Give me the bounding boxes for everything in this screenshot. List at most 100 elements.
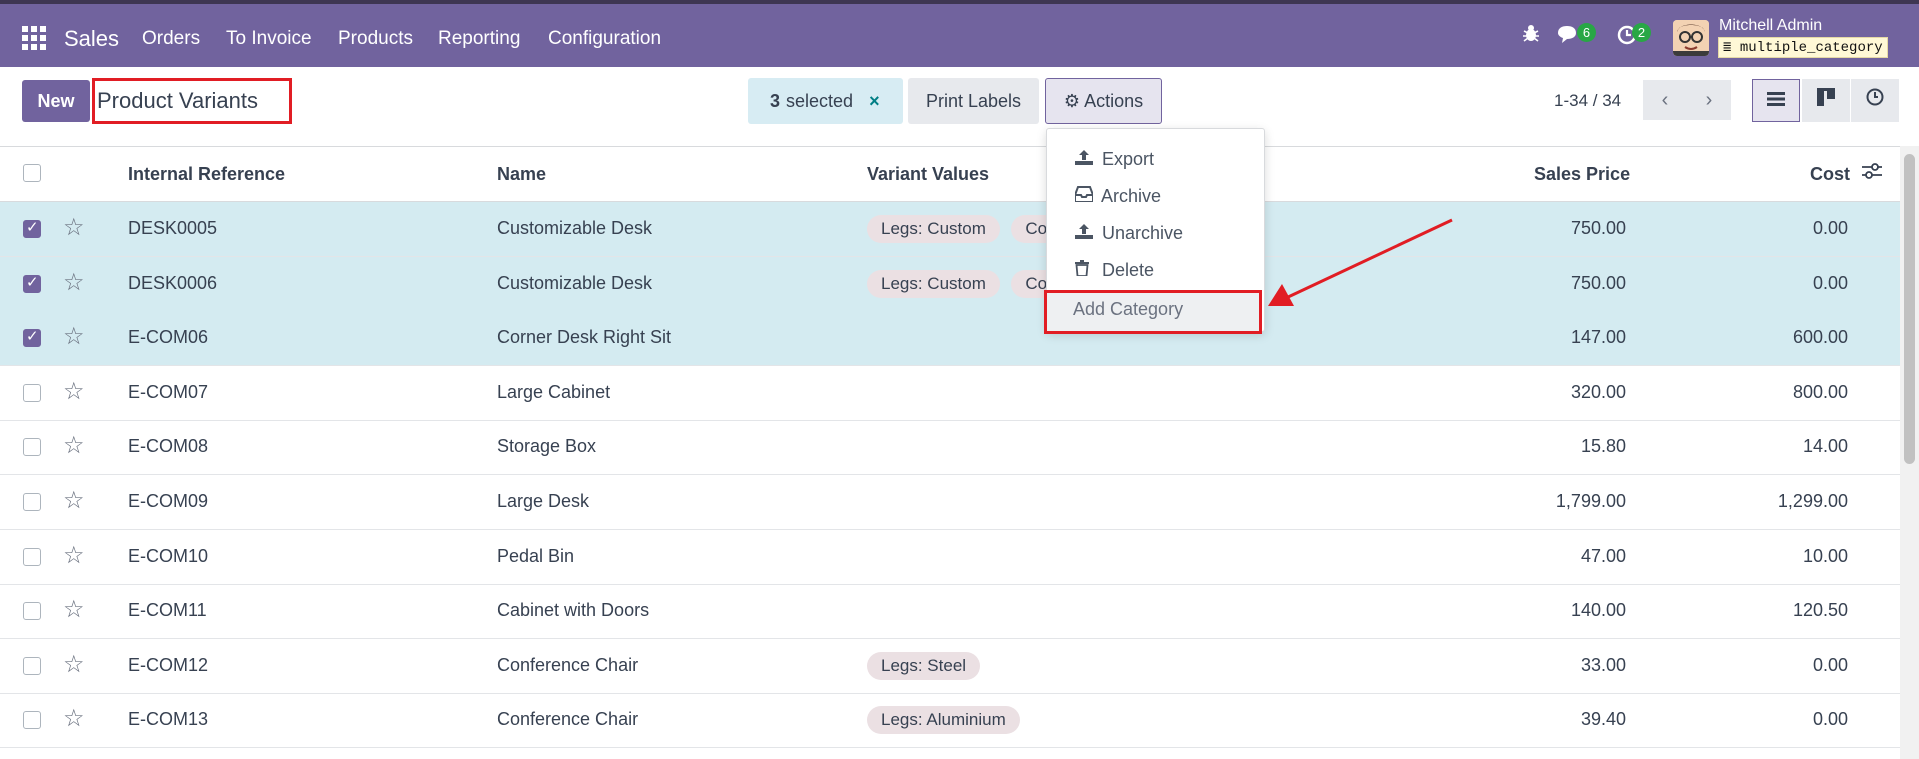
- favorite-star-icon[interactable]: ☆: [63, 322, 85, 351]
- pager-previous-button[interactable]: ‹: [1643, 80, 1687, 120]
- pager-next-button[interactable]: ›: [1687, 80, 1731, 120]
- activity-view-button[interactable]: [1851, 79, 1899, 122]
- table-row[interactable]: ☆DESK0005Customizable DeskLegs: CustomCo…: [0, 202, 1900, 257]
- actions-label: Actions: [1084, 91, 1144, 111]
- table-row[interactable]: ☆ E-COM13 Conference Chair Legs: Aluminium 3…: [0, 693, 1900, 748]
- cell-name: Pedal Bin: [497, 546, 575, 566]
- menu-item-export[interactable]: Export: [1075, 149, 1154, 170]
- table-row[interactable]: ☆ E-COM09 Large Desk 1,799.00 1,299.00: [0, 475, 1900, 530]
- row-checkbox[interactable]: [23, 327, 41, 347]
- vertical-scrollbar[interactable]: [1900, 146, 1919, 759]
- cell-cost: 10.00: [1802, 546, 1848, 566]
- scrollbar-thumb[interactable]: [1904, 154, 1915, 464]
- row-checkbox[interactable]: [23, 273, 41, 293]
- table-row[interactable]: ☆ E-COM06 Corner Desk Right Sit 147.00 600.0…: [0, 311, 1900, 366]
- table-row[interactable]: ☆ E-COM08 Storage Box 15.80 14.00: [0, 420, 1900, 475]
- row-checkbox[interactable]: [23, 218, 41, 238]
- menu-label-archive: Archive: [1101, 186, 1162, 206]
- row-checkbox[interactable]: [23, 602, 41, 620]
- upload-icon: [1075, 149, 1097, 170]
- gear-icon: ⚙: [1063, 91, 1081, 111]
- nav-orders[interactable]: Orders: [142, 28, 200, 50]
- cell-name: Large Cabinet: [497, 382, 611, 402]
- favorite-star-icon[interactable]: ☆: [63, 268, 85, 297]
- cell-sales-price: 140.00: [1570, 600, 1626, 620]
- nav-products[interactable]: Products: [338, 28, 413, 50]
- activities-count-badge: 2: [1632, 23, 1651, 42]
- user-avatar[interactable]: [1673, 20, 1709, 56]
- print-labels-button[interactable]: Print Labels: [908, 78, 1039, 124]
- header-cost[interactable]: Cost: [1810, 164, 1850, 185]
- favorite-star-icon[interactable]: ☆: [63, 377, 85, 406]
- cell-internal-reference: DESK0005: [128, 218, 218, 238]
- header-variant-values[interactable]: Variant Values: [867, 164, 989, 185]
- table-row[interactable]: ☆ E-COM12 Conference Chair Legs: Steel 33.00…: [0, 639, 1900, 694]
- favorite-star-icon[interactable]: ☆: [63, 541, 85, 570]
- row-checkbox[interactable]: [23, 493, 41, 511]
- nav-reporting[interactable]: Reporting: [438, 28, 520, 50]
- cell-sales-price: 1,799.00: [1555, 491, 1626, 511]
- menu-item-delete[interactable]: Delete: [1075, 260, 1154, 281]
- header-internal-reference[interactable]: Internal Reference: [128, 164, 285, 185]
- cell-cost: 0.00: [1812, 273, 1848, 293]
- list-view-button[interactable]: [1752, 79, 1800, 122]
- list-view-icon: [1767, 92, 1785, 106]
- debug-bug-icon[interactable]: [1521, 24, 1541, 50]
- apps-menu-icon[interactable]: [22, 26, 46, 50]
- cell-cost: 120.50: [1792, 600, 1848, 620]
- user-name[interactable]: Mitchell Admin: [1719, 17, 1822, 35]
- cell-sales-price: 15.80: [1580, 436, 1626, 456]
- table-row[interactable]: ☆DESK0006Customizable DeskLegs: CustomCo…: [0, 257, 1900, 312]
- cell-cost: 0.00: [1812, 218, 1848, 238]
- menu-label-unarchive: Unarchive: [1102, 223, 1184, 243]
- kanban-view-button[interactable]: [1802, 79, 1850, 122]
- table-row[interactable]: ☆ E-COM11 Cabinet with Doors 140.00 120.50: [0, 584, 1900, 639]
- row-checkbox[interactable]: [23, 384, 41, 402]
- row-checkbox[interactable]: [23, 711, 41, 729]
- row-checkbox[interactable]: [23, 657, 41, 675]
- row-checkbox[interactable]: [23, 548, 41, 566]
- chevron-left-icon: ‹: [1661, 89, 1669, 111]
- favorite-star-icon[interactable]: ☆: [63, 704, 85, 733]
- app-brand[interactable]: Sales: [64, 26, 119, 52]
- cell-internal-reference: E-COM07: [128, 382, 209, 402]
- favorite-star-icon[interactable]: ☆: [63, 650, 85, 679]
- messages-count-badge: 6: [1577, 23, 1596, 42]
- menu-item-unarchive[interactable]: Unarchive: [1075, 223, 1183, 244]
- menu-item-archive[interactable]: Archive: [1074, 186, 1162, 207]
- cell-internal-reference: E-COM06: [128, 327, 209, 347]
- cell-sales-price: 750.00: [1570, 273, 1626, 293]
- cell-internal-reference: E-COM11: [128, 600, 207, 620]
- menu-label-export: Export: [1102, 149, 1155, 169]
- new-button[interactable]: New: [22, 80, 90, 122]
- selected-count: 3: [770, 90, 781, 111]
- variant-value-tag: Legs: Custom: [867, 215, 1000, 243]
- pager-value[interactable]: 1-34 / 34: [1554, 91, 1621, 111]
- cell-name: Cabinet with Doors: [497, 600, 650, 620]
- clear-selection-icon[interactable]: ×: [869, 91, 880, 112]
- trash-icon: [1075, 260, 1097, 281]
- table-row[interactable]: ☆ E-COM07 Large Cabinet 320.00 800.00: [0, 366, 1900, 421]
- favorite-star-icon[interactable]: ☆: [63, 595, 85, 624]
- database-name: multiple_category: [1739, 40, 1883, 56]
- cell-internal-reference: E-COM10: [128, 546, 209, 566]
- header-sales-price[interactable]: Sales Price: [1534, 164, 1630, 185]
- cell-internal-reference: E-COM13: [128, 709, 209, 729]
- cell-cost: 600.00: [1792, 327, 1848, 347]
- header-name[interactable]: Name: [497, 164, 546, 185]
- menu-item-add-category[interactable]: Add Category: [1073, 299, 1183, 320]
- row-checkbox[interactable]: [23, 438, 41, 456]
- select-all-checkbox[interactable]: [23, 164, 41, 182]
- kanban-view-icon: [1817, 88, 1835, 106]
- nav-to-invoice[interactable]: To Invoice: [226, 28, 312, 50]
- favorite-star-icon[interactable]: ☆: [63, 486, 85, 515]
- cell-sales-price: 320.00: [1570, 382, 1626, 402]
- cell-name: Corner Desk Right Sit: [497, 327, 672, 347]
- favorite-star-icon[interactable]: ☆: [63, 431, 85, 460]
- cell-internal-reference: E-COM08: [128, 436, 209, 456]
- actions-button[interactable]: ⚙ Actions: [1045, 78, 1162, 124]
- favorite-star-icon[interactable]: ☆: [63, 213, 85, 242]
- optional-columns-toggle-icon[interactable]: [1862, 162, 1882, 186]
- table-row[interactable]: ☆ E-COM10 Pedal Bin 47.00 10.00: [0, 530, 1900, 585]
- nav-configuration[interactable]: Configuration: [548, 28, 661, 50]
